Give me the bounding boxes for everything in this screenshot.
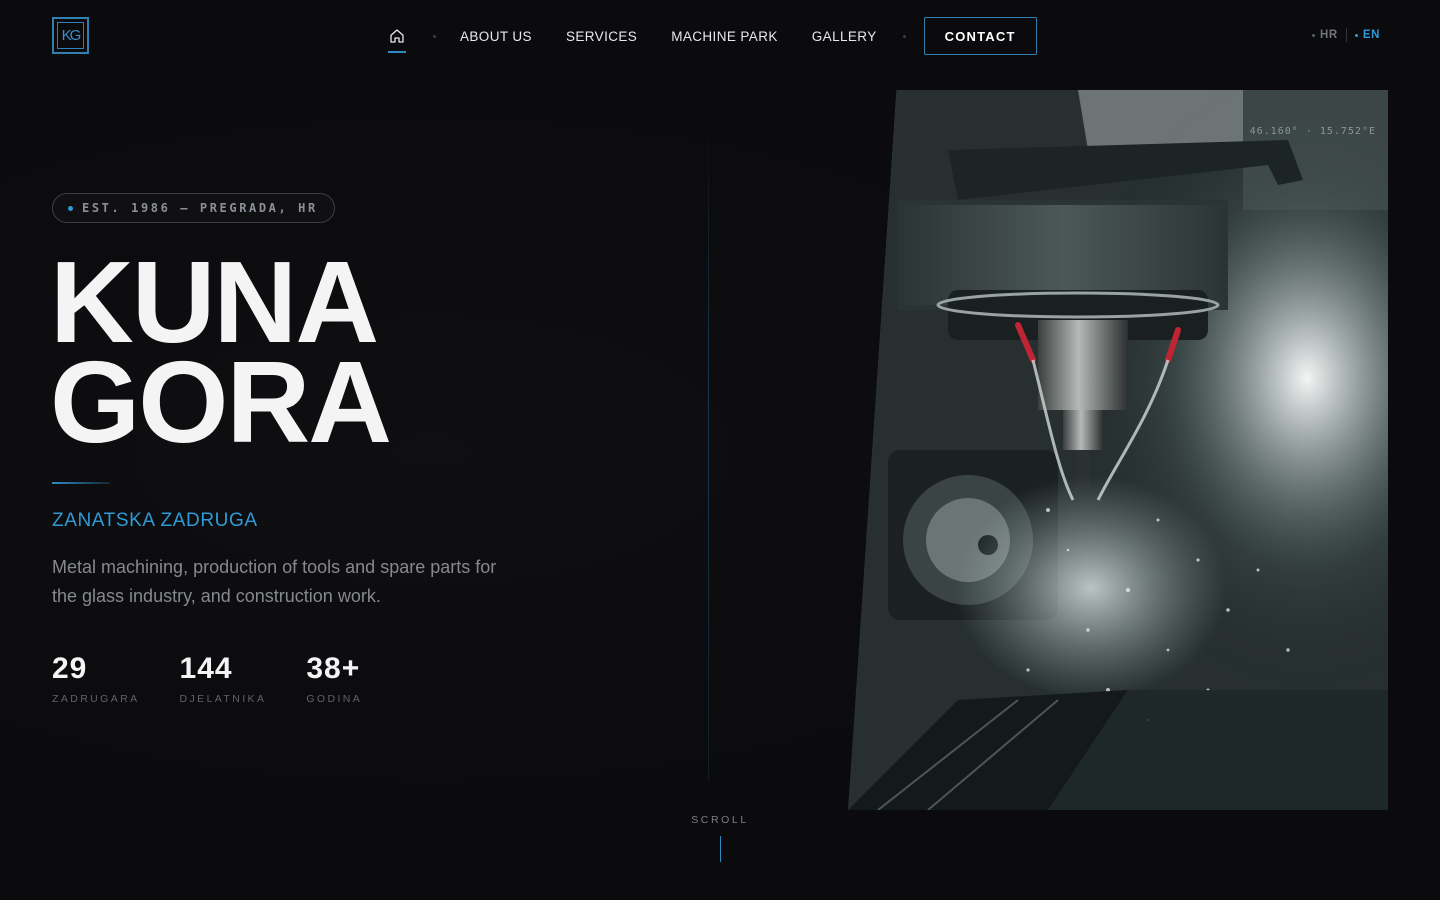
nav-home[interactable]	[385, 17, 409, 55]
badge-text: EST. 1986 — PREGRADA, HR	[82, 201, 318, 215]
cnc-illustration	[848, 90, 1388, 810]
stat-employees: 144 DJELATNIKA	[180, 651, 267, 705]
badge-dot	[68, 205, 73, 211]
image-coordinates: 46.160° · 15.752°E	[1249, 126, 1376, 137]
language-switcher: HR EN	[1312, 28, 1380, 42]
stat-label: ZADRUGARA	[52, 693, 140, 705]
lang-separator	[1345, 28, 1347, 42]
nav-gallery[interactable]: GALLERY	[812, 29, 877, 44]
lang-en[interactable]: EN	[1354, 29, 1380, 41]
lang-en-label: EN	[1362, 29, 1380, 41]
lang-dot	[1354, 33, 1358, 37]
scroll-line	[720, 836, 721, 862]
hero-title: KUNA GORA	[50, 244, 392, 467]
stat-years: 38+ GODINA	[306, 651, 362, 705]
hero-image-cnc-machine: 46.160° · 15.752°E	[848, 90, 1388, 810]
lang-dot	[1312, 33, 1315, 37]
hero-subtitle: ZANATSKA ZADRUGA	[52, 510, 258, 531]
scroll-indicator[interactable]: SCROLL	[680, 814, 760, 826]
nav-separator-dot	[902, 34, 906, 38]
stats: 29 ZADRUGARA 144 DJELATNIKA 38+ GODINA	[52, 651, 402, 705]
logo[interactable]: KG	[52, 17, 89, 54]
home-icon	[390, 29, 404, 43]
stat-members: 29 ZADRUGARA	[52, 651, 140, 705]
hero-description: Metal machining, production of tools and…	[52, 557, 497, 606]
nav-machine-park[interactable]: MACHINE PARK	[671, 29, 778, 44]
nav-separator-dot	[433, 34, 436, 38]
contact-button[interactable]: CONTACT	[923, 17, 1037, 55]
vertical-divider	[708, 120, 709, 780]
accent-line	[52, 482, 110, 484]
main-nav: ABOUT US SERVICES MACHINE PARK GALLERY C…	[385, 17, 1037, 55]
logo-mark: KG	[57, 22, 84, 49]
stat-value: 144	[179, 652, 233, 685]
nav-services[interactable]: SERVICES	[566, 29, 637, 44]
stat-value: 29	[52, 652, 88, 685]
stat-label: GODINA	[306, 693, 363, 705]
hero-title-line-2: GORA	[50, 337, 392, 467]
nav-about-us[interactable]: ABOUT US	[460, 29, 532, 44]
stat-value: 38+	[306, 652, 361, 685]
stat-label: DJELATNIKA	[179, 693, 267, 705]
est-badge: EST. 1986 — PREGRADA, HR	[52, 193, 335, 223]
lang-hr-label: HR	[1320, 29, 1338, 41]
lang-hr[interactable]: HR	[1312, 29, 1338, 41]
